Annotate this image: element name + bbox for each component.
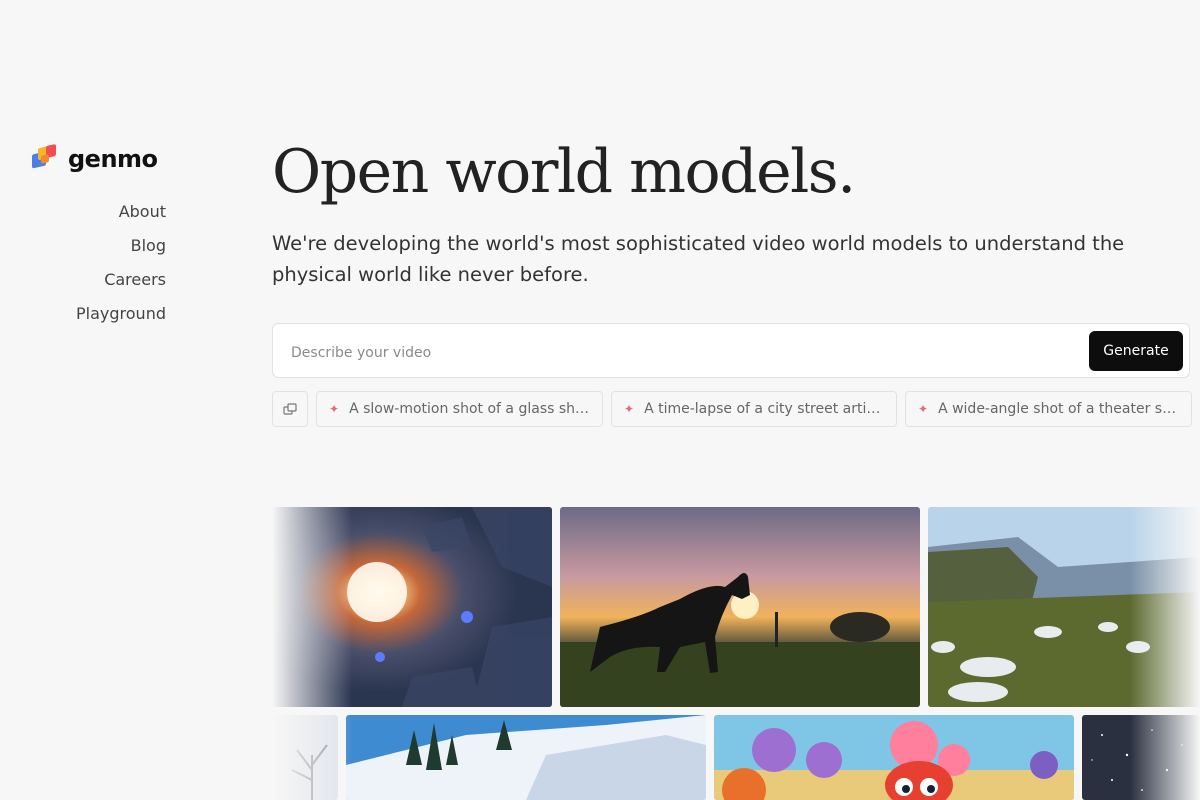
video-gallery bbox=[272, 507, 1200, 800]
suggestion-chip[interactable]: ✦ A time-lapse of a city street artist c… bbox=[611, 391, 897, 427]
video-thumbnail-snow-slope[interactable] bbox=[346, 715, 706, 800]
genmo-logo[interactable]: genmo bbox=[30, 143, 158, 175]
starfield-image bbox=[1082, 715, 1200, 800]
nav-link-careers[interactable]: Careers bbox=[104, 270, 166, 290]
brand-name: genmo bbox=[68, 145, 158, 173]
coral-reef-image bbox=[714, 715, 1074, 800]
horse-sunset-image bbox=[560, 507, 920, 707]
snowy-slope-image bbox=[346, 715, 706, 800]
video-prompt-input[interactable] bbox=[289, 324, 1083, 381]
nav-link-about[interactable]: About bbox=[119, 202, 166, 222]
hero-subtitle: We're developing the world's most sophis… bbox=[272, 232, 1125, 286]
page: genmo About Blog Careers Playground Open… bbox=[0, 0, 1200, 800]
nav-link-playground[interactable]: Playground bbox=[76, 304, 166, 324]
winter-tree-image bbox=[272, 715, 338, 800]
nav-link-blog[interactable]: Blog bbox=[131, 236, 166, 256]
video-thumbnail-coral-reef[interactable] bbox=[714, 715, 1074, 800]
video-thumbnail-space[interactable] bbox=[1082, 715, 1200, 800]
suggestion-chip[interactable]: ✦ A wide-angle shot of a theater stag... bbox=[905, 391, 1192, 427]
cliffs-landscape-image bbox=[928, 507, 1200, 707]
suggestion-text: A slow-motion shot of a glass shatt... bbox=[349, 401, 590, 417]
video-thumbnail-cliffs[interactable] bbox=[928, 507, 1200, 707]
suggestion-text: A time-lapse of a city street artist c..… bbox=[644, 401, 884, 417]
hero-title: Open world models. bbox=[272, 137, 856, 207]
genmo-logo-icon bbox=[30, 143, 62, 175]
sparkle-icon: ✦ bbox=[329, 402, 340, 416]
shuffle-icon bbox=[283, 403, 297, 415]
prompt-box: Generate bbox=[272, 323, 1190, 381]
video-thumbnail-cave[interactable] bbox=[272, 507, 552, 707]
suggestion-chip[interactable]: ✦ A slow-motion shot of a glass shatt... bbox=[316, 391, 603, 427]
sparkle-icon: ✦ bbox=[624, 402, 635, 416]
video-thumbnail-horse[interactable] bbox=[560, 507, 920, 707]
sidebar-nav: About Blog Careers Playground bbox=[76, 202, 166, 324]
generate-button[interactable]: Generate bbox=[1089, 331, 1183, 371]
suggestion-text: A wide-angle shot of a theater stag... bbox=[938, 401, 1179, 417]
shuffle-button[interactable] bbox=[272, 391, 308, 427]
cave-image bbox=[272, 507, 552, 707]
suggestion-chips: ✦ A slow-motion shot of a glass shatt...… bbox=[272, 391, 1192, 427]
sparkle-icon: ✦ bbox=[918, 402, 929, 416]
video-thumbnail-winter-tree[interactable] bbox=[272, 715, 338, 800]
